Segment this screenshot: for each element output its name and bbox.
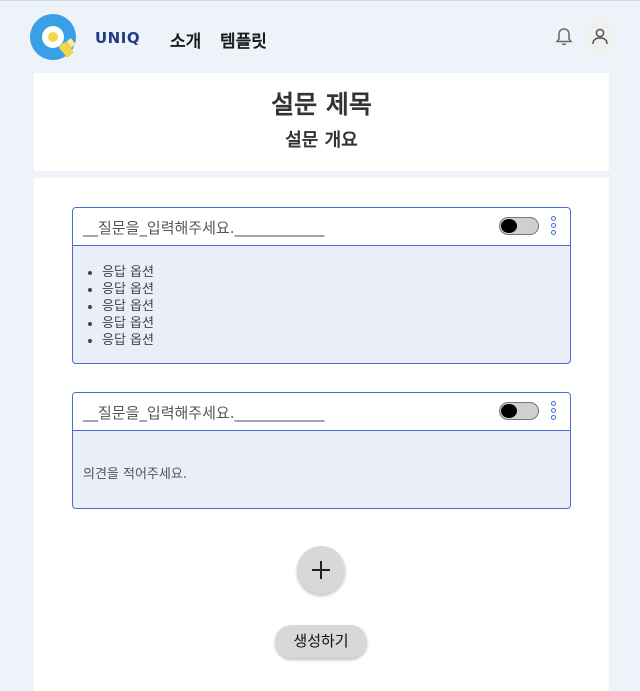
required-toggle[interactable] [499, 402, 539, 420]
answer-area[interactable]: 의견을 적어주세요. [73, 431, 570, 508]
required-toggle[interactable] [499, 217, 539, 235]
question-card: __질문을_입력해주세요.____________ 의견을 적어주세요. [72, 392, 571, 509]
question-header: __질문을_입력해주세요.____________ [73, 393, 570, 431]
toggle-knob [501, 404, 517, 418]
option-item[interactable]: 응답 옵션 [102, 281, 570, 298]
uniq-logo-icon[interactable] [30, 14, 80, 62]
question-card: __질문을_입력해주세요.____________ 응답 옵션 응답 옵션 응답… [72, 207, 571, 364]
question-header: __질문을_입력해주세요.____________ [73, 208, 570, 246]
option-list: 응답 옵션 응답 옵션 응답 옵션 응답 옵션 응답 옵션 [73, 246, 570, 363]
more-options-icon[interactable] [548, 216, 558, 240]
question-input[interactable]: __질문을_입력해주세요.____________ [83, 217, 324, 238]
option-item[interactable]: 응답 옵션 [102, 298, 570, 315]
nav-item-templates[interactable]: 템플릿 [220, 27, 267, 52]
answer-placeholder: 의견을 적어주세요. [83, 467, 187, 482]
survey-title-card: 설문 제목 설문 개요 [34, 73, 609, 171]
toggle-knob [501, 219, 517, 233]
option-item[interactable]: 응답 옵션 [102, 315, 570, 332]
option-item[interactable]: 응답 옵션 [102, 264, 570, 281]
avatar-button[interactable] [583, 20, 617, 54]
create-survey-button[interactable]: 생성하기 [275, 625, 367, 658]
brand-name[interactable]: UNIQ [95, 29, 140, 47]
question-input[interactable]: __질문을_입력해주세요.____________ [83, 402, 324, 423]
nav-item-intro[interactable]: 소개 [170, 27, 201, 52]
option-item[interactable]: 응답 옵션 [102, 332, 570, 349]
question-list-panel: __질문을_입력해주세요.____________ 응답 옵션 응답 옵션 응답… [34, 178, 609, 691]
user-icon [592, 28, 608, 45]
survey-subtitle[interactable]: 설문 개요 [34, 126, 609, 152]
more-options-icon[interactable] [548, 401, 558, 425]
add-question-button[interactable] [297, 546, 345, 594]
bell-icon[interactable] [555, 27, 573, 47]
top-header: UNIQ 소개 템플릿 [0, 1, 640, 73]
survey-title[interactable]: 설문 제목 [34, 85, 609, 121]
